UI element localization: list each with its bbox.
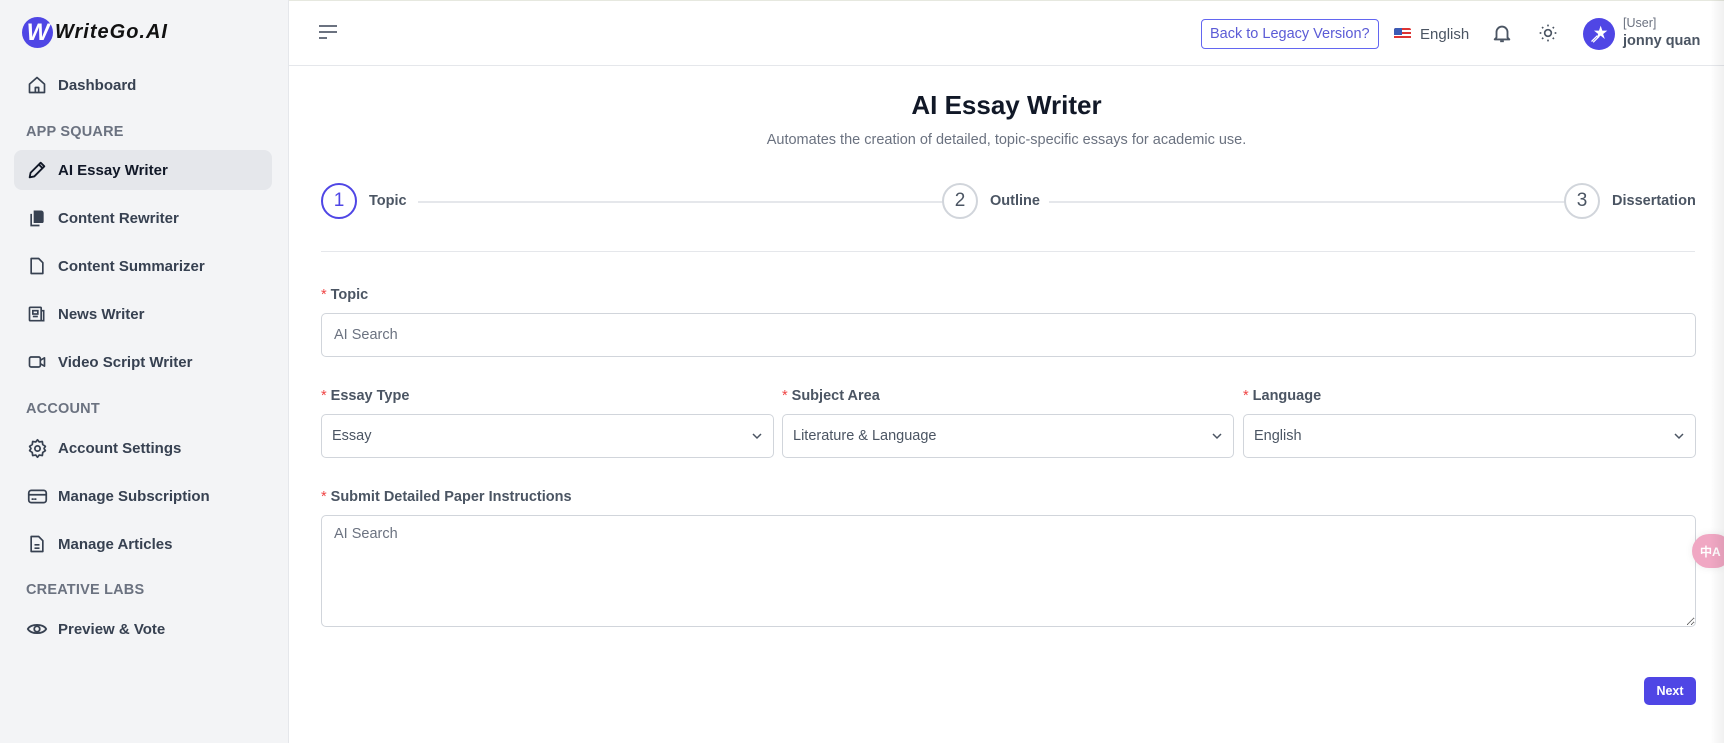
step-label: Topic bbox=[369, 193, 407, 209]
section-title-app-square: APP SQUARE bbox=[26, 124, 124, 140]
back-to-legacy-button[interactable]: Back to Legacy Version? bbox=[1201, 19, 1379, 49]
sidebar-item-account-settings[interactable]: Account Settings bbox=[14, 428, 272, 468]
divider bbox=[321, 251, 1695, 252]
step-connector bbox=[418, 201, 946, 203]
required-mark: * bbox=[782, 388, 788, 404]
sidebar-item-content-summarizer[interactable]: Content Summarizer bbox=[14, 246, 272, 286]
step-label: Dissertation bbox=[1612, 193, 1696, 209]
step-dissertation[interactable]: 3 Dissertation bbox=[1564, 183, 1696, 219]
topic-label: * Topic bbox=[321, 287, 368, 303]
select-value: Literature & Language bbox=[793, 428, 937, 444]
sidebar-item-ai-essay-writer[interactable]: AI Essay Writer bbox=[14, 150, 272, 190]
sidebar-item-label: Content Summarizer bbox=[58, 257, 205, 275]
chevron-down-icon bbox=[752, 433, 762, 440]
sidebar-item-label: News Writer bbox=[58, 305, 145, 323]
sidebar-item-label: Account Settings bbox=[58, 439, 182, 457]
sidebar-item-news-writer[interactable]: News Writer bbox=[14, 294, 272, 334]
gear-icon bbox=[26, 437, 48, 459]
eye-icon bbox=[26, 618, 48, 640]
sidebar-item-label: Manage Subscription bbox=[58, 487, 210, 505]
sidebar-item-manage-articles[interactable]: Manage Articles bbox=[14, 524, 272, 564]
language-field-label: * Language bbox=[1243, 388, 1321, 404]
sidebar-item-dashboard[interactable]: Dashboard bbox=[14, 65, 272, 105]
sidebar-item-label: Dashboard bbox=[58, 76, 137, 94]
essay-type-label: * Essay Type bbox=[321, 388, 409, 404]
essay-type-select[interactable]: Essay bbox=[321, 414, 774, 458]
stepper: 1 Topic 2 Outline 3 Dissertation bbox=[321, 183, 1696, 221]
label-text: Essay Type bbox=[330, 388, 410, 404]
sidebar-item-label: Video Script Writer bbox=[58, 353, 193, 371]
sidebar-item-label: Preview & Vote bbox=[58, 620, 166, 638]
copy-icon bbox=[26, 207, 48, 229]
page-title: AI Essay Writer bbox=[911, 90, 1102, 120]
pencil-icon bbox=[26, 159, 48, 181]
step-number: 2 bbox=[942, 183, 978, 219]
sidebar-item-label: Content Rewriter bbox=[58, 209, 179, 227]
file-icon bbox=[26, 255, 48, 277]
language-select[interactable]: English bbox=[1243, 414, 1696, 458]
sidebar-item-preview-vote[interactable]: Preview & Vote bbox=[14, 609, 272, 649]
logo-mark-icon: W bbox=[22, 17, 53, 48]
menu-toggle-icon[interactable] bbox=[319, 23, 341, 43]
user-name: jonny quan bbox=[1623, 33, 1701, 49]
language-label: English bbox=[1420, 25, 1470, 43]
required-mark: * bbox=[1243, 388, 1249, 404]
user-menu[interactable]: [User] jonny quan bbox=[1623, 15, 1700, 51]
language-switcher[interactable]: English bbox=[1394, 21, 1469, 47]
section-title-creative-labs: CREATIVE LABS bbox=[26, 582, 145, 598]
sidebar-item-manage-subscription[interactable]: Manage Subscription bbox=[14, 476, 272, 516]
sidebar-item-label: AI Essay Writer bbox=[58, 161, 168, 179]
brand-name: WriteGo.AI bbox=[55, 21, 168, 43]
label-text: Subject Area bbox=[791, 388, 880, 404]
sidebar: W WriteGo.AI Dashboard APP SQUARE AI Ess… bbox=[0, 0, 289, 743]
instructions-textarea[interactable] bbox=[321, 515, 1696, 627]
page-subtitle: Automates the creation of detailed, topi… bbox=[766, 132, 1247, 148]
home-icon bbox=[26, 74, 48, 96]
section-title-account: ACCOUNT bbox=[26, 401, 100, 417]
top-bar: Back to Legacy Version? English [User] j… bbox=[289, 0, 1724, 66]
brand-logo[interactable]: W WriteGo.AI bbox=[22, 17, 168, 48]
step-topic[interactable]: 1 Topic bbox=[321, 183, 407, 219]
required-mark: * bbox=[321, 287, 327, 303]
step-number: 1 bbox=[321, 183, 357, 219]
main-content: AI Essay Writer Automates the creation o… bbox=[289, 66, 1724, 743]
chevron-down-icon bbox=[1674, 433, 1684, 440]
step-connector bbox=[1049, 201, 1567, 203]
label-text: Topic bbox=[330, 287, 369, 303]
sidebar-item-video-script-writer[interactable]: Video Script Writer bbox=[14, 342, 272, 382]
select-value: Essay bbox=[332, 428, 372, 444]
instructions-label: * Submit Detailed Paper Instructions bbox=[321, 489, 572, 505]
newspaper-icon bbox=[26, 303, 48, 325]
step-number: 3 bbox=[1564, 183, 1600, 219]
required-mark: * bbox=[321, 489, 327, 505]
label-text: Language bbox=[1252, 388, 1322, 404]
subject-area-label: * Subject Area bbox=[782, 388, 880, 404]
topic-input[interactable] bbox=[321, 313, 1696, 357]
sidebar-item-label: Manage Articles bbox=[58, 535, 173, 553]
label-text: Submit Detailed Paper Instructions bbox=[330, 489, 572, 505]
next-button[interactable]: Next bbox=[1644, 677, 1696, 705]
chevron-down-icon bbox=[1212, 433, 1222, 440]
theme-toggle-sun-icon[interactable] bbox=[1538, 23, 1560, 45]
user-role: [User] bbox=[1623, 16, 1657, 30]
required-mark: * bbox=[321, 388, 327, 404]
sidebar-item-content-rewriter[interactable]: Content Rewriter bbox=[14, 198, 272, 238]
bell-icon[interactable] bbox=[1491, 22, 1515, 46]
subject-area-select[interactable]: Literature & Language bbox=[782, 414, 1234, 458]
credit-card-icon bbox=[26, 485, 48, 507]
us-flag-icon bbox=[1394, 28, 1411, 40]
avatar[interactable] bbox=[1583, 18, 1615, 50]
step-outline[interactable]: 2 Outline bbox=[942, 183, 1040, 219]
select-value: English bbox=[1254, 428, 1302, 444]
document-icon bbox=[26, 533, 48, 555]
translate-fab-icon[interactable]: 中A bbox=[1692, 534, 1724, 568]
step-label: Outline bbox=[990, 193, 1040, 209]
video-icon bbox=[26, 351, 48, 373]
